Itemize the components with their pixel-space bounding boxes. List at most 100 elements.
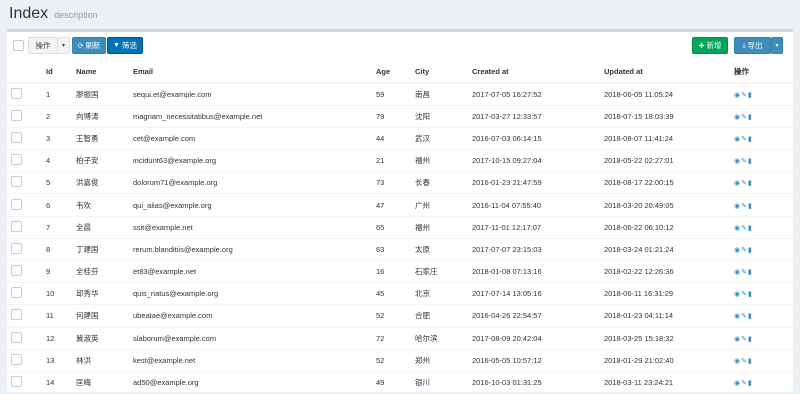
row-checkbox[interactable] bbox=[11, 198, 22, 210]
cell-id: 10 bbox=[46, 282, 76, 305]
edit-icon[interactable]: ✎ bbox=[741, 313, 747, 320]
view-icon[interactable]: ◉ bbox=[734, 313, 740, 320]
export-button[interactable]: ⤓ 导出 bbox=[734, 37, 771, 54]
row-checkbox[interactable] bbox=[11, 87, 22, 99]
row-select-cell bbox=[7, 193, 46, 217]
view-icon[interactable]: ◉ bbox=[734, 114, 740, 121]
cell-age: 73 bbox=[376, 171, 415, 194]
edit-icon[interactable]: ✎ bbox=[741, 336, 747, 343]
edit-icon[interactable]: ✎ bbox=[741, 180, 747, 187]
column-select bbox=[7, 61, 46, 84]
delete-icon[interactable]: ▮ bbox=[748, 180, 752, 187]
delete-icon[interactable]: ▮ bbox=[748, 313, 752, 320]
column-header-age: Age bbox=[376, 61, 415, 84]
cell-created-at: 2017-08-09 20:42:04 bbox=[472, 326, 604, 350]
view-icon[interactable]: ◉ bbox=[734, 380, 740, 387]
new-label: 新增 bbox=[706, 41, 722, 50]
edit-icon[interactable]: ✎ bbox=[741, 114, 747, 121]
row-checkbox[interactable] bbox=[11, 109, 22, 121]
refresh-button[interactable]: ⟳ 刷新 bbox=[72, 37, 106, 54]
delete-icon[interactable]: ▮ bbox=[748, 336, 752, 343]
table-row: 4 柏子安 incidunt63@example.org 21 福州 2017-10-15… bbox=[7, 149, 793, 172]
cell-city: 武汉 bbox=[415, 126, 472, 150]
delete-icon[interactable]: ▮ bbox=[748, 136, 752, 143]
cell-age: 45 bbox=[376, 282, 415, 305]
view-icon[interactable]: ◉ bbox=[734, 247, 740, 254]
row-actions: ◉✎▮ bbox=[734, 82, 793, 106]
delete-icon[interactable]: ▮ bbox=[748, 380, 752, 387]
delete-icon[interactable]: ▮ bbox=[748, 114, 752, 121]
view-icon[interactable]: ◉ bbox=[734, 225, 740, 232]
delete-icon[interactable]: ▮ bbox=[748, 269, 752, 276]
cell-city: 福州 bbox=[415, 215, 472, 239]
cell-city: 广州 bbox=[415, 193, 472, 217]
cell-age: 63 bbox=[376, 237, 415, 261]
view-icon[interactable]: ◉ bbox=[734, 158, 740, 165]
view-icon[interactable]: ◉ bbox=[734, 291, 740, 298]
table-row: 13 林洪 kest@example.net 52 郑州 2016-05-05 10:57… bbox=[7, 348, 793, 372]
cell-created-at: 2017-11-01 12:17:07 bbox=[472, 215, 604, 239]
row-checkbox[interactable] bbox=[11, 353, 22, 365]
row-checkbox[interactable] bbox=[11, 287, 22, 299]
edit-icon[interactable]: ✎ bbox=[741, 358, 747, 365]
view-icon[interactable]: ◉ bbox=[734, 203, 740, 210]
row-checkbox[interactable] bbox=[11, 131, 22, 143]
cell-city: 银川 bbox=[415, 370, 472, 394]
cell-updated-at: 2018-06-05 11:05:24 bbox=[604, 82, 734, 106]
filter-label: 筛选 bbox=[121, 41, 137, 50]
cell-updated-at: 2018-03-20 20:49:05 bbox=[604, 193, 734, 217]
filter-button[interactable]: ▼ 筛选 bbox=[107, 37, 143, 54]
batch-actions-dropdown-toggle[interactable]: ▾ bbox=[57, 37, 70, 54]
view-icon[interactable]: ◉ bbox=[734, 136, 740, 143]
cell-created-at: 2016-11-04 07:55:40 bbox=[472, 193, 604, 217]
row-checkbox[interactable] bbox=[11, 376, 22, 388]
delete-icon[interactable]: ▮ bbox=[748, 358, 752, 365]
row-select-cell bbox=[7, 282, 46, 305]
edit-icon[interactable]: ✎ bbox=[741, 92, 747, 99]
row-checkbox[interactable] bbox=[11, 309, 22, 321]
row-checkbox[interactable] bbox=[11, 331, 22, 343]
cell-city: 南昌 bbox=[415, 82, 472, 106]
view-icon[interactable]: ◉ bbox=[734, 92, 740, 99]
view-icon[interactable]: ◉ bbox=[734, 358, 740, 365]
row-checkbox[interactable] bbox=[11, 220, 22, 232]
edit-icon[interactable]: ✎ bbox=[741, 380, 747, 387]
table-row: 11 何建国 ubeatae@example.com 52 合肥 2016-04-26 2… bbox=[7, 304, 793, 328]
delete-icon[interactable]: ▮ bbox=[748, 225, 752, 232]
delete-icon[interactable]: ▮ bbox=[748, 203, 752, 210]
batch-actions-button[interactable]: 操作 bbox=[28, 37, 58, 54]
cell-city: 北京 bbox=[415, 282, 472, 305]
delete-icon[interactable]: ▮ bbox=[748, 158, 752, 165]
column-header-name: Name bbox=[76, 61, 133, 84]
edit-icon[interactable]: ✎ bbox=[741, 291, 747, 298]
cell-city: 郑州 bbox=[415, 348, 472, 372]
view-icon[interactable]: ◉ bbox=[734, 269, 740, 276]
edit-icon[interactable]: ✎ bbox=[741, 269, 747, 276]
cell-email: et83@example.net bbox=[133, 259, 376, 283]
cell-age: 52 bbox=[376, 304, 415, 328]
row-checkbox[interactable] bbox=[11, 176, 22, 188]
cell-name: 全晨 bbox=[76, 215, 133, 239]
cell-id: 5 bbox=[46, 171, 76, 194]
edit-icon[interactable]: ✎ bbox=[741, 136, 747, 143]
delete-icon[interactable]: ▮ bbox=[748, 247, 752, 254]
view-icon[interactable]: ◉ bbox=[734, 180, 740, 187]
row-select-cell bbox=[7, 126, 46, 150]
export-dropdown-toggle[interactable]: ▾ bbox=[771, 37, 783, 54]
edit-icon[interactable]: ✎ bbox=[741, 225, 747, 232]
delete-icon[interactable]: ▮ bbox=[748, 291, 752, 298]
view-icon[interactable]: ◉ bbox=[734, 336, 740, 343]
edit-icon[interactable]: ✎ bbox=[741, 203, 747, 210]
row-checkbox[interactable] bbox=[11, 265, 22, 277]
select-all-checkbox[interactable] bbox=[13, 40, 24, 51]
cell-updated-at: 2018-06-11 16:31:29 bbox=[604, 282, 734, 305]
column-header-id[interactable]: Id bbox=[46, 61, 76, 84]
row-checkbox[interactable] bbox=[11, 154, 22, 166]
cell-name: 洪嘉俊 bbox=[76, 171, 133, 194]
cell-email: ssit@example.net bbox=[133, 215, 376, 239]
row-checkbox[interactable] bbox=[11, 242, 22, 254]
edit-icon[interactable]: ✎ bbox=[741, 247, 747, 254]
new-button[interactable]: ✚ 新增 bbox=[692, 37, 728, 54]
edit-icon[interactable]: ✎ bbox=[741, 158, 747, 165]
delete-icon[interactable]: ▮ bbox=[748, 92, 752, 99]
